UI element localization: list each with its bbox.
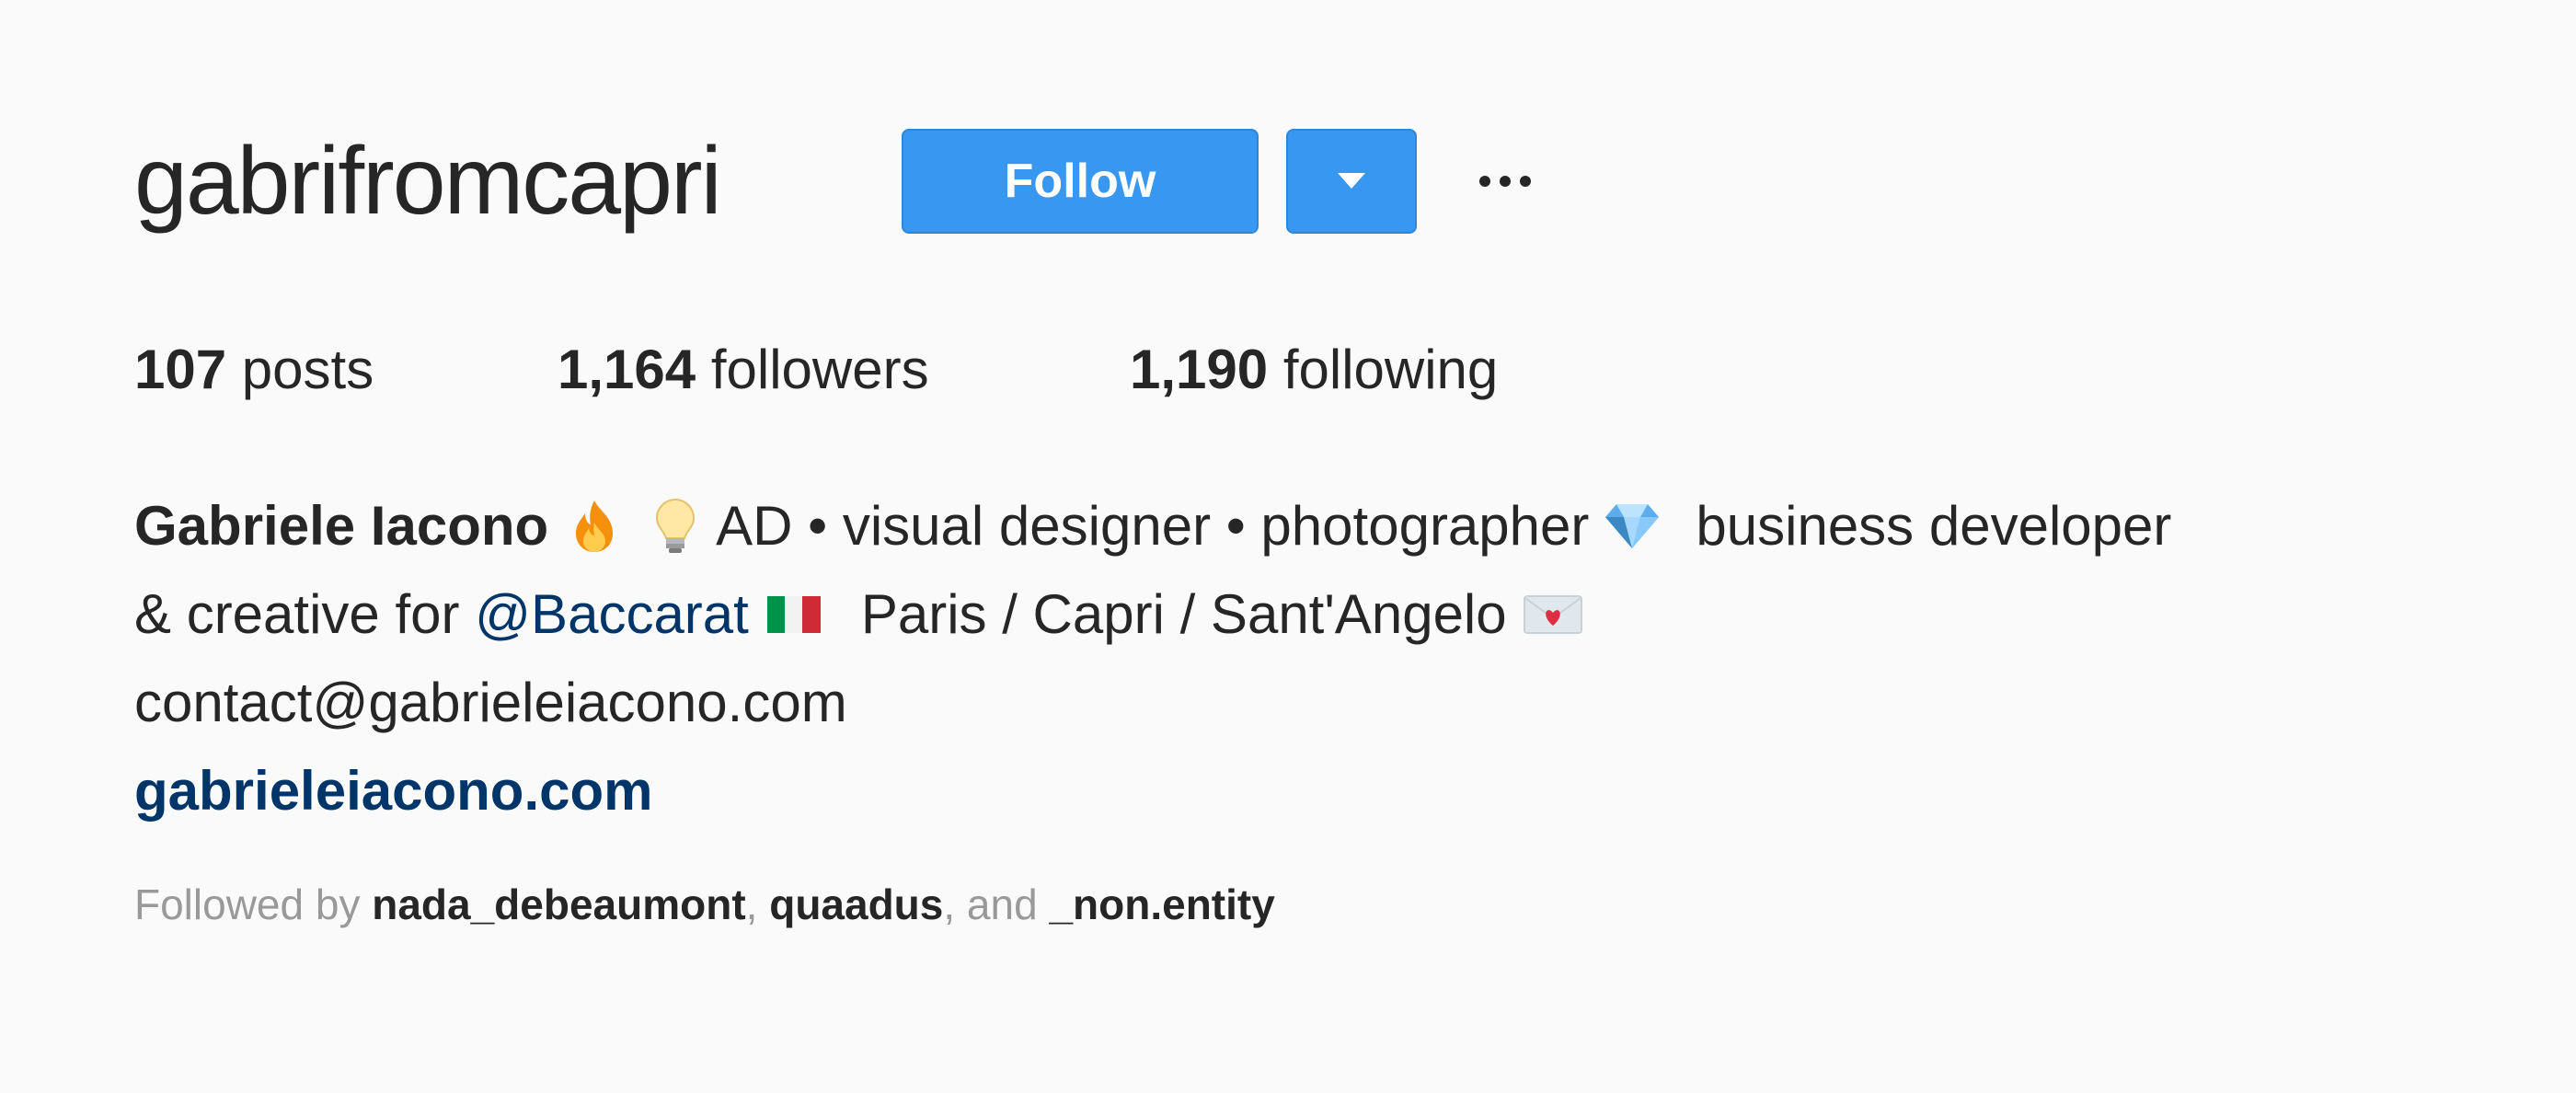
bio-tagline-continued: business developer [1696,495,2172,557]
suggested-accounts-button[interactable] [1286,129,1417,234]
followed-by-user-3[interactable]: _non.entity [1049,880,1274,928]
followed-by-separator-2: , and [943,880,1050,928]
bio-creative-prefix: & creative for [134,583,476,645]
lightbulb-emoji-icon [655,498,696,555]
profile-full-name: Gabriele Iacono [134,495,549,557]
following-label: following [1268,339,1499,400]
follow-button[interactable]: Follow [902,129,1259,234]
posts-number: 107 [134,339,227,400]
gem-emoji-icon [1604,502,1661,550]
website-link[interactable]: gabrieleiacono.com [134,747,653,835]
ellipsis-icon [1478,175,1533,188]
posts-label: posts [226,339,374,400]
followers-number: 1,164 [558,339,696,400]
bio-locations: Paris / Capri / Sant'Angelo [860,583,1507,645]
posts-count: 107 posts [134,333,374,407]
followed-by-prefix: Followed by [134,880,373,928]
followed-by-separator-1: , [745,880,770,928]
following-link[interactable]: 1,190 following [1130,333,1498,407]
bio-line-2: & creative for @Baccarat Paris / Capri /… [134,570,2490,659]
fire-emoji-icon [569,499,620,554]
followed-by: Followed by nada_debeaumont, quaadus, an… [134,872,1275,937]
italy-flag-emoji-icon [766,596,821,633]
followers-label: followers [696,339,929,400]
bio-line-1: Gabriele Iacono AD • visual designer • p… [134,482,2490,570]
love-letter-emoji-icon [1523,594,1582,635]
mention-link[interactable]: @Baccarat [475,570,749,659]
bio-tagline: AD • visual designer • photographer [716,495,1590,557]
followers-link[interactable]: 1,164 followers [558,333,929,407]
profile-actions: Follow [134,129,1606,234]
profile-bio: Gabriele Iacono AD • visual designer • p… [134,482,2490,835]
following-number: 1,190 [1130,339,1269,400]
bio-line-4: gabrieleiacono.com [134,747,2490,835]
triangle-down-icon [1338,173,1365,190]
bio-email: contact@gabrieleiacono.com [134,672,847,733]
followed-by-user-2[interactable]: quaadus [769,880,943,928]
followed-by-user-1[interactable]: nada_debeaumont [372,880,745,928]
more-options-button[interactable] [1459,129,1551,234]
bio-line-3: contact@gabrieleiacono.com [134,659,2490,747]
